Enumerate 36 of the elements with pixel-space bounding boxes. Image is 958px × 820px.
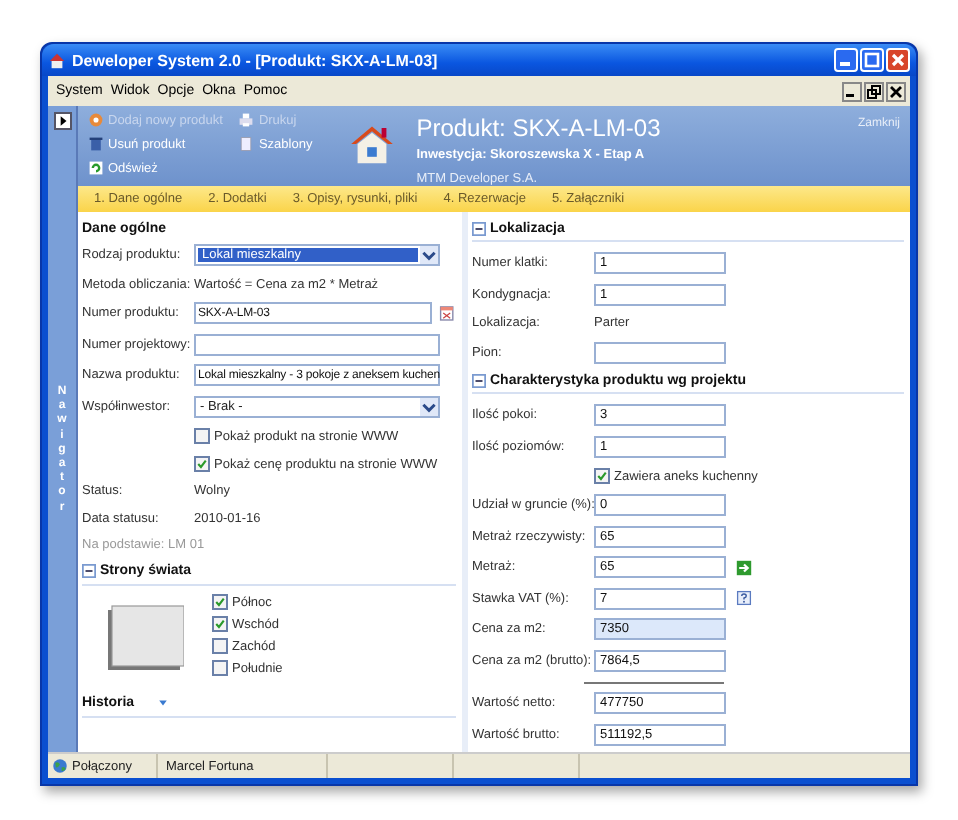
- globe-icon: [52, 758, 68, 774]
- help-icon[interactable]: [736, 590, 752, 607]
- checkbox[interactable]: [194, 456, 210, 472]
- gear-icon: [88, 112, 104, 128]
- checkbox[interactable]: [212, 638, 228, 654]
- bin-icon: [88, 136, 104, 152]
- maximize-button[interactable]: [860, 48, 884, 72]
- close-button[interactable]: [886, 81, 906, 101]
- checkbox[interactable]: [194, 428, 210, 444]
- restore-icon: [866, 83, 882, 99]
- checkbox[interactable]: [212, 594, 228, 610]
- house-icon: [48, 51, 66, 69]
- document-icon: [238, 136, 255, 152]
- expand-button[interactable]: [53, 112, 71, 130]
- restore-button[interactable]: [864, 81, 884, 101]
- window-title: Deweloper System 2.0 - [Produkt: SKX-A-LM-03]: [72, 51, 440, 69]
- arrow-icon[interactable]: [736, 559, 752, 576]
- room-drawing: [104, 603, 184, 671]
- close-icon: [888, 50, 908, 70]
- close-icon: [888, 83, 904, 99]
- maximize-icon: [862, 50, 882, 70]
- checkbox[interactable]: [212, 660, 228, 676]
- input-field[interactable]: [594, 341, 726, 364]
- checkbox[interactable]: [212, 616, 228, 632]
- checkbox[interactable]: [594, 468, 610, 484]
- calendar-icon[interactable]: [438, 304, 456, 323]
- expand-arrow-icon[interactable]: [158, 698, 169, 708]
- refresh-icon: [88, 160, 104, 176]
- product-title: Produkt: SKX-A-LM-03: [416, 114, 661, 142]
- collapse-icon[interactable]: [472, 373, 486, 387]
- collapse-icon[interactable]: [472, 221, 486, 235]
- input-field[interactable]: [194, 333, 440, 356]
- caret-icon: [420, 246, 438, 265]
- collapse-icon[interactable]: [82, 564, 96, 578]
- printer-icon: [238, 112, 255, 128]
- minimize-button[interactable]: [842, 81, 862, 101]
